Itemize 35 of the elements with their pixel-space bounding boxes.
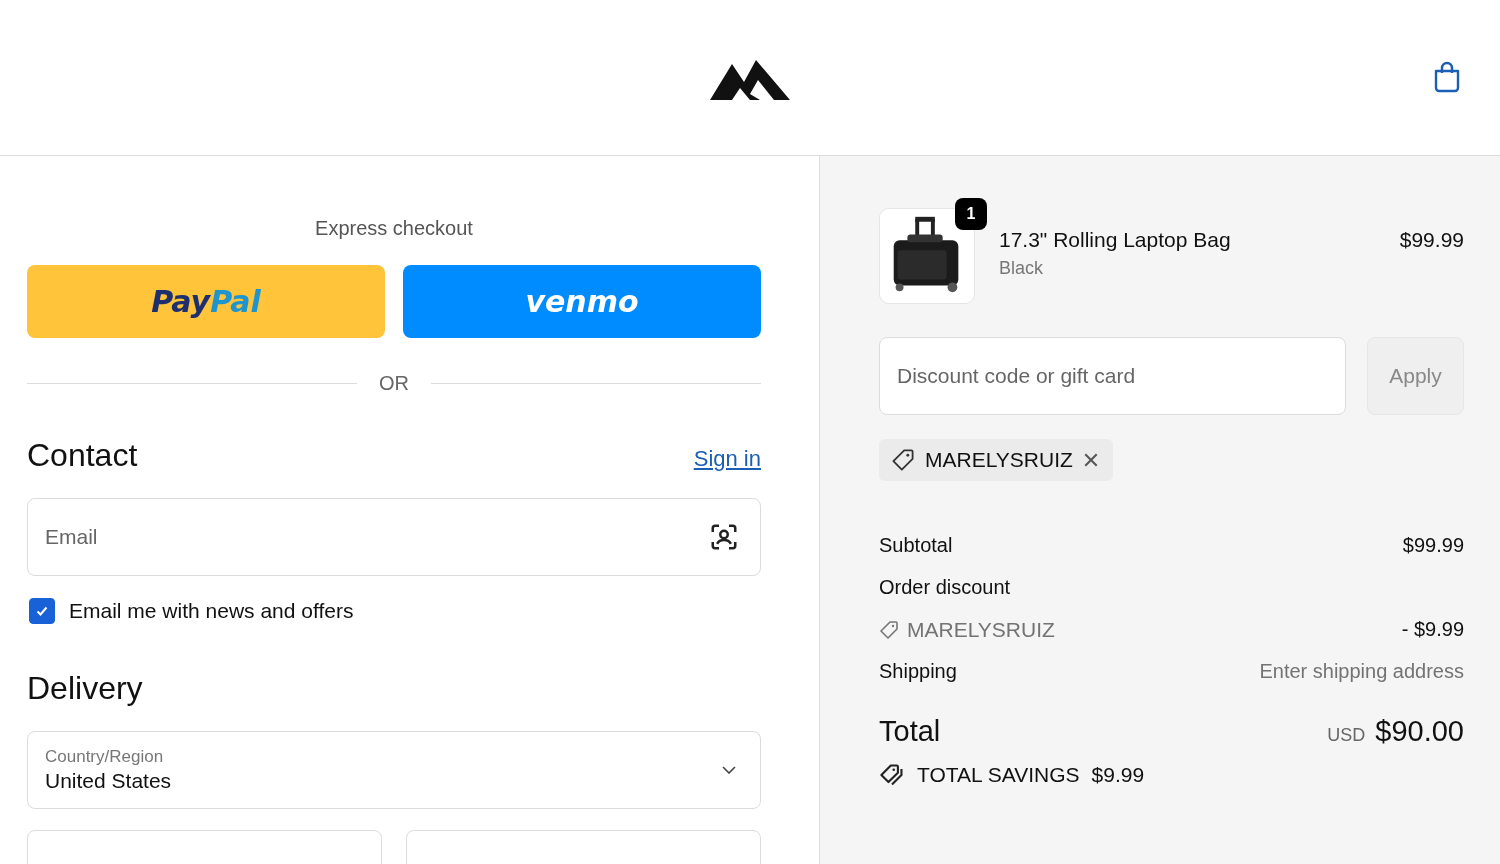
face-scan-icon[interactable] — [709, 522, 739, 552]
shipping-label: Shipping — [879, 660, 957, 683]
or-divider-label: OR — [379, 372, 409, 395]
discount-code: MARELYSRUIZ — [907, 617, 1055, 642]
email-field[interactable]: Email — [27, 498, 761, 576]
subtotal-value: $99.99 — [1402, 534, 1464, 557]
country-select[interactable]: Country/Region United States — [27, 731, 761, 809]
product-name: 17.3" Rolling Laptop Bag — [999, 228, 1232, 252]
venmo-button[interactable]: venmo — [403, 265, 761, 338]
total-label: Total — [879, 715, 941, 748]
express-checkout-title: Express checkout — [314, 217, 474, 240]
paypal-button[interactable]: PayPal — [27, 265, 385, 338]
shipping-value: Enter shipping address — [1259, 660, 1464, 683]
sign-in-link[interactable]: Sign in — [693, 446, 761, 472]
delivery-heading: Delivery — [27, 670, 144, 707]
contact-heading: Contact — [27, 437, 138, 474]
discount-value: - $9.99 — [1401, 618, 1464, 641]
order-discount-label: Order discount — [879, 576, 1011, 599]
quantity-badge: 1 — [955, 198, 987, 230]
newsletter-label: Email me with news and offers — [69, 599, 354, 623]
total-savings-value: $9.99 — [1091, 763, 1145, 787]
product-variant: Black — [999, 258, 1044, 279]
currency-code: USD — [1327, 725, 1366, 746]
total-savings-label: TOTAL SAVINGS — [917, 763, 1080, 787]
newsletter-checkbox[interactable] — [29, 598, 55, 624]
tag-icon — [891, 448, 915, 472]
shopping-bag-icon[interactable] — [1432, 60, 1462, 94]
discount-chip: MARELYSRUIZ — [879, 439, 1113, 481]
tags-icon — [879, 762, 905, 788]
close-icon[interactable] — [1082, 452, 1099, 468]
tag-icon — [879, 619, 899, 640]
chevron-down-icon — [722, 766, 736, 774]
product-price: $99.99 — [1399, 228, 1464, 252]
subtotal-label: Subtotal — [879, 534, 953, 557]
total-value: $90.00 — [1375, 715, 1464, 748]
